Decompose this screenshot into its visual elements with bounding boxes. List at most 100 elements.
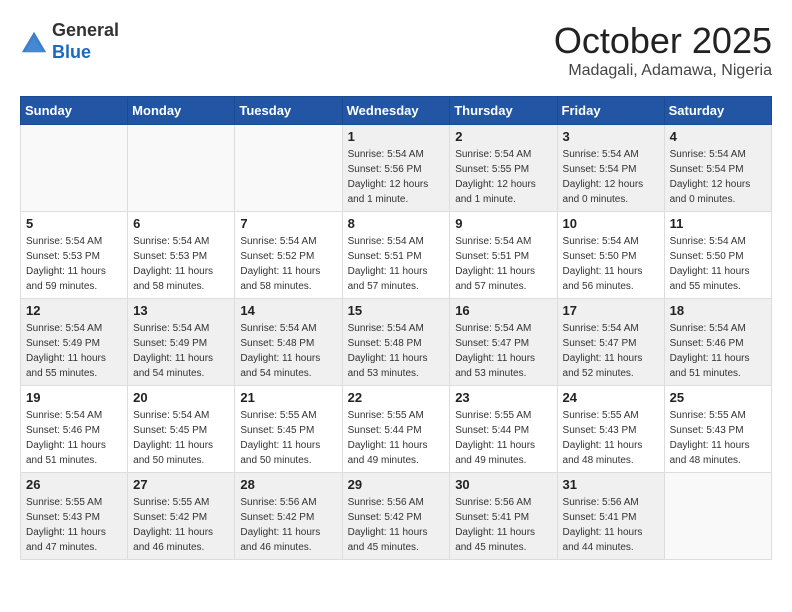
calendar-day-cell: 3 Sunrise: 5:54 AMSunset: 5:54 PMDaylight…: [557, 125, 664, 212]
day-number: 29: [348, 477, 445, 492]
day-number: 1: [348, 129, 445, 144]
day-info: Sunrise: 5:54 AMSunset: 5:51 PMDaylight:…: [455, 234, 551, 294]
day-info: Sunrise: 5:55 AMSunset: 5:42 PMDaylight:…: [133, 495, 229, 555]
day-info: Sunrise: 5:54 AMSunset: 5:52 PMDaylight:…: [240, 234, 336, 294]
calendar-day-cell: 5Sunrise: 5:54 AMSunset: 5:53 PMDaylight…: [21, 212, 128, 299]
day-info: Sunrise: 5:55 AMSunset: 5:43 PMDaylight:…: [670, 408, 766, 468]
logo-icon: [20, 28, 48, 56]
day-number: 23: [455, 390, 551, 405]
calendar-day-header: Wednesday: [342, 97, 450, 125]
day-number: 28: [240, 477, 336, 492]
calendar-header-row: SundayMondayTuesdayWednesdayThursdayFrid…: [21, 97, 772, 125]
calendar-day-cell: [664, 473, 771, 560]
day-info: Sunrise: 5:54 AMSunset: 5:47 PMDaylight:…: [455, 321, 551, 381]
calendar-day-cell: 28 Sunrise: 5:56 AMSunset: 5:42 PMDayligh…: [235, 473, 342, 560]
calendar-day-cell: 10Sunrise: 5:54 AMSunset: 5:50 PMDayligh…: [557, 212, 664, 299]
day-number: 9: [455, 216, 551, 231]
day-number: 14: [240, 303, 336, 318]
day-number: 27: [133, 477, 229, 492]
calendar-day-cell: 19Sunrise: 5:54 AMSunset: 5:46 PMDayligh…: [21, 386, 128, 473]
calendar-day-cell: 24 Sunrise: 5:55 AMSunset: 5:43 PMDayligh…: [557, 386, 664, 473]
calendar-day-cell: 31Sunrise: 5:56 AMSunset: 5:41 PMDayligh…: [557, 473, 664, 560]
calendar-day-cell: 1 Sunrise: 5:54 AMSunset: 5:56 PMDaylight…: [342, 125, 450, 212]
calendar-day-cell: 30 Sunrise: 5:56 AMSunset: 5:41 PMDayligh…: [450, 473, 557, 560]
day-info: Sunrise: 5:54 AMSunset: 5:50 PMDaylight:…: [670, 234, 766, 294]
calendar-day-cell: 21 Sunrise: 5:55 AMSunset: 5:45 PMDayligh…: [235, 386, 342, 473]
calendar-week-row: 1 Sunrise: 5:54 AMSunset: 5:56 PMDaylight…: [21, 125, 772, 212]
day-number: 21: [240, 390, 336, 405]
day-number: 5: [26, 216, 122, 231]
day-number: 26: [26, 477, 122, 492]
calendar-day-header: Tuesday: [235, 97, 342, 125]
logo-blue-text: Blue: [52, 42, 91, 62]
day-info: Sunrise: 5:56 AMSunset: 5:41 PMDaylight:…: [455, 495, 551, 555]
page-header: General Blue October 2025 Madagali, Adam…: [20, 20, 772, 80]
day-number: 20: [133, 390, 229, 405]
calendar-day-cell: 4 Sunrise: 5:54 AMSunset: 5:54 PMDaylight…: [664, 125, 771, 212]
day-info: Sunrise: 5:55 AMSunset: 5:44 PMDaylight:…: [348, 408, 445, 468]
calendar-week-row: 5Sunrise: 5:54 AMSunset: 5:53 PMDaylight…: [21, 212, 772, 299]
day-info: Sunrise: 5:56 AMSunset: 5:42 PMDaylight:…: [348, 495, 445, 555]
month-title: October 2025: [554, 20, 772, 62]
calendar-day-cell: 7 Sunrise: 5:54 AMSunset: 5:52 PMDaylight…: [235, 212, 342, 299]
day-number: 24: [563, 390, 659, 405]
day-number: 13: [133, 303, 229, 318]
day-info: Sunrise: 5:54 AMSunset: 5:50 PMDaylight:…: [563, 234, 659, 294]
calendar-day-cell: 14 Sunrise: 5:54 AMSunset: 5:48 PMDayligh…: [235, 299, 342, 386]
day-number: 30: [455, 477, 551, 492]
calendar-day-cell: 23 Sunrise: 5:55 AMSunset: 5:44 PMDayligh…: [450, 386, 557, 473]
day-info: Sunrise: 5:54 AMSunset: 5:51 PMDaylight:…: [348, 234, 445, 294]
logo-general-text: General: [52, 20, 119, 40]
calendar-day-cell: 12 Sunrise: 5:54 AMSunset: 5:49 PMDayligh…: [21, 299, 128, 386]
calendar-day-cell: 16Sunrise: 5:54 AMSunset: 5:47 PMDayligh…: [450, 299, 557, 386]
calendar-day-header: Saturday: [664, 97, 771, 125]
logo: General Blue: [20, 20, 119, 63]
day-info: Sunrise: 5:54 AMSunset: 5:45 PMDaylight:…: [133, 408, 229, 468]
day-info: Sunrise: 5:54 AMSunset: 5:48 PMDaylight:…: [240, 321, 336, 381]
day-info: Sunrise: 5:55 AMSunset: 5:45 PMDaylight:…: [240, 408, 336, 468]
calendar-day-cell: 26 Sunrise: 5:55 AMSunset: 5:43 PMDayligh…: [21, 473, 128, 560]
calendar-week-row: 12 Sunrise: 5:54 AMSunset: 5:49 PMDayligh…: [21, 299, 772, 386]
calendar-day-cell: 9 Sunrise: 5:54 AMSunset: 5:51 PMDaylight…: [450, 212, 557, 299]
day-info: Sunrise: 5:54 AMSunset: 5:54 PMDaylight:…: [670, 147, 766, 207]
calendar-day-cell: 20 Sunrise: 5:54 AMSunset: 5:45 PMDayligh…: [128, 386, 235, 473]
calendar-day-cell: 13 Sunrise: 5:54 AMSunset: 5:49 PMDayligh…: [128, 299, 235, 386]
day-number: 3: [563, 129, 659, 144]
day-info: Sunrise: 5:54 AMSunset: 5:48 PMDaylight:…: [348, 321, 445, 381]
day-number: 25: [670, 390, 766, 405]
day-info: Sunrise: 5:55 AMSunset: 5:43 PMDaylight:…: [563, 408, 659, 468]
day-info: Sunrise: 5:56 AMSunset: 5:42 PMDaylight:…: [240, 495, 336, 555]
day-info: Sunrise: 5:55 AMSunset: 5:43 PMDaylight:…: [26, 495, 122, 555]
calendar-day-cell: 6Sunrise: 5:54 AMSunset: 5:53 PMDaylight…: [128, 212, 235, 299]
calendar-day-cell: 2 Sunrise: 5:54 AMSunset: 5:55 PMDaylight…: [450, 125, 557, 212]
day-info: Sunrise: 5:54 AMSunset: 5:55 PMDaylight:…: [455, 147, 551, 207]
title-block: October 2025 Madagali, Adamawa, Nigeria: [554, 20, 772, 80]
day-info: Sunrise: 5:54 AMSunset: 5:46 PMDaylight:…: [670, 321, 766, 381]
calendar-day-cell: 18Sunrise: 5:54 AMSunset: 5:46 PMDayligh…: [664, 299, 771, 386]
calendar-day-header: Friday: [557, 97, 664, 125]
day-info: Sunrise: 5:55 AMSunset: 5:44 PMDaylight:…: [455, 408, 551, 468]
day-number: 11: [670, 216, 766, 231]
calendar-day-cell: [128, 125, 235, 212]
day-info: Sunrise: 5:54 AMSunset: 5:56 PMDaylight:…: [348, 147, 445, 207]
calendar-day-cell: 25 Sunrise: 5:55 AMSunset: 5:43 PMDayligh…: [664, 386, 771, 473]
calendar-day-cell: 29 Sunrise: 5:56 AMSunset: 5:42 PMDayligh…: [342, 473, 450, 560]
day-number: 2: [455, 129, 551, 144]
calendar-week-row: 26 Sunrise: 5:55 AMSunset: 5:43 PMDayligh…: [21, 473, 772, 560]
day-number: 8: [348, 216, 445, 231]
calendar-day-cell: 11 Sunrise: 5:54 AMSunset: 5:50 PMDayligh…: [664, 212, 771, 299]
calendar-day-header: Thursday: [450, 97, 557, 125]
day-number: 12: [26, 303, 122, 318]
day-info: Sunrise: 5:54 AMSunset: 5:49 PMDaylight:…: [26, 321, 122, 381]
calendar-day-header: Sunday: [21, 97, 128, 125]
day-number: 22: [348, 390, 445, 405]
day-number: 4: [670, 129, 766, 144]
calendar-day-header: Monday: [128, 97, 235, 125]
day-info: Sunrise: 5:54 AMSunset: 5:54 PMDaylight:…: [563, 147, 659, 207]
day-number: 17: [563, 303, 659, 318]
day-number: 7: [240, 216, 336, 231]
day-info: Sunrise: 5:56 AMSunset: 5:41 PMDaylight:…: [563, 495, 659, 555]
calendar-day-cell: [21, 125, 128, 212]
day-info: Sunrise: 5:54 AMSunset: 5:47 PMDaylight:…: [563, 321, 659, 381]
day-info: Sunrise: 5:54 AMSunset: 5:49 PMDaylight:…: [133, 321, 229, 381]
